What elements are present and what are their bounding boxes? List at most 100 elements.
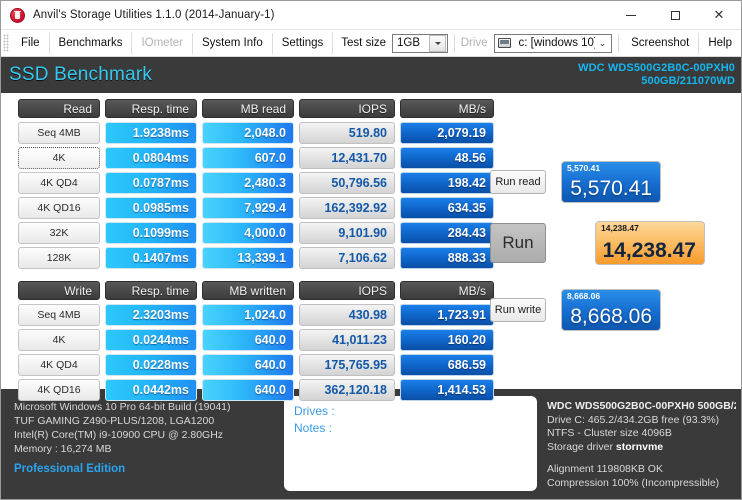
read-row-mbs: 888.33 [400,247,494,269]
read-row-resp: 0.0985ms [105,197,197,219]
write-row-iops: 362,120.18 [299,379,395,401]
write-row-mbs: 686.59 [400,354,494,376]
drive-detail-capacity: Drive C: 465.2/434.2GB free (93.3%) [547,413,720,426]
title-bar: Anvil's Storage Utilities 1.1.0 (2014-Ja… [1,1,741,30]
read-row-label[interactable]: Seq 4MB [18,122,100,144]
table-row[interactable]: 4K QD16 0.0985ms 7,929.4 162,392.92 634.… [18,197,494,219]
read-row-iops: 162,392.92 [299,197,395,219]
write-header-mb: MB written [202,281,294,300]
menu-item-file[interactable]: File [12,32,50,54]
window-controls: ✕ [609,1,741,29]
read-row-label[interactable]: 128K [18,247,100,269]
test-size-dropdown-button[interactable] [429,34,447,52]
table-row[interactable]: 4K QD4 0.0787ms 2,480.3 50,796.56 198.42 [18,172,494,194]
notes-label: Notes : [294,421,333,435]
read-row-mb: 7,929.4 [202,197,294,219]
read-row-iops: 7,106.62 [299,247,395,269]
close-button[interactable]: ✕ [697,1,741,29]
menu-item-benchmarks[interactable]: Benchmarks [50,32,133,54]
drive-capacity-text: 500GB/211070WD [641,75,735,87]
table-row[interactable]: Seq 4MB 2.3203ms 1,024.0 430.98 1,723.91 [18,304,494,326]
menu-item-iometer: IOmeter [132,32,193,54]
write-row-mb: 640.0 [202,379,294,401]
read-row-label[interactable]: 4K [18,147,100,169]
chevron-down-icon[interactable]: ⌄ [595,38,611,49]
write-row-mbs: 1,414.53 [400,379,494,401]
total-score-small: 14,238.47 [601,223,639,233]
write-row-mbs: 160.20 [400,329,494,351]
read-row-mb: 13,339.1 [202,247,294,269]
minimize-button[interactable] [609,1,653,29]
menu-bar: File Benchmarks IOmeter System Info Sett… [1,30,741,57]
write-row-label[interactable]: 4K [18,329,100,351]
write-row-resp: 0.0228ms [105,354,197,376]
app-window: Anvil's Storage Utilities 1.1.0 (2014-Ja… [0,0,742,500]
read-row-iops: 9,101.90 [299,222,395,244]
write-row-label[interactable]: 4K QD4 [18,354,100,376]
window-title: Anvil's Storage Utilities 1.1.0 (2014-Ja… [33,9,275,21]
read-row-mb: 2,048.0 [202,122,294,144]
test-size-label: Test size [341,37,387,49]
toolbar-grip[interactable] [3,34,9,52]
read-row-mbs: 284.43 [400,222,494,244]
notes-box[interactable]: Drives : Notes : [284,396,537,491]
read-row-label[interactable]: 4K QD4 [18,172,100,194]
drive-model-text: WDC WDS500G2B0C-00PXH0 [578,62,735,74]
drive-dropdown[interactable]: c: [windows 10] ⌄ [493,33,612,53]
table-row[interactable]: Seq 4MB 1.9238ms 2,048.0 519.80 2,079.19 [18,122,494,144]
write-row-resp: 0.0442ms [105,379,197,401]
drive-identity: WDC WDS500G2B0C-00PXH0 500GB/211070WD [578,62,735,88]
drive-detail-compression: Compression 100% (Incompressible) [547,476,720,489]
write-row-label[interactable]: Seq 4MB [18,304,100,326]
read-row-mbs: 634.35 [400,197,494,219]
table-row[interactable]: 128K 0.1407ms 13,339.1 7,106.62 888.33 [18,247,494,269]
score-panel: Run read 5,570.41 5,570.41 Run 14,238.47… [490,99,735,331]
run-write-button[interactable]: Run write [490,298,546,322]
system-cpu: Intel(R) Core(TM) i9-10900 CPU @ 2.80GHz [14,429,224,441]
drive-details: WDC WDS500G2B0C-00PXH0 500GB/211070WD Dr… [537,395,736,493]
write-table-header: Write Resp. time MB written IOPS MB/s [18,281,494,300]
drive-icon [497,38,511,48]
read-row-mb: 4,000.0 [202,222,294,244]
drive-detail-alignment: Alignment 119808KB OK [547,463,663,475]
edition-label: Professional Edition [14,463,126,475]
table-row[interactable]: 4K QD16 0.0442ms 640.0 362,120.18 1,414.… [18,379,494,401]
menu-item-settings[interactable]: Settings [273,32,334,54]
footer-panel: Microsoft Windows 10 Pro 64-bit Build (1… [1,389,741,499]
drive-detail-spacer [547,454,736,463]
write-row-iops: 175,765.95 [299,354,395,376]
main-content: Read Resp. time MB read IOPS MB/s Seq 4M… [1,93,741,401]
read-row-mbs: 198.42 [400,172,494,194]
minimize-icon [626,14,636,16]
read-header-category: Read [18,99,100,118]
menu-item-system-info[interactable]: System Info [193,32,273,54]
write-row-iops: 430.98 [299,304,395,326]
run-button[interactable]: Run [490,223,546,263]
table-row[interactable]: 4K 0.0244ms 640.0 41,011.23 160.20 [18,329,494,351]
read-header-mbs: MB/s [400,99,494,118]
menu-item-help[interactable]: Help [699,33,741,54]
write-header-iops: IOPS [299,281,395,300]
read-row-label[interactable]: 4K QD16 [18,197,100,219]
total-score-value: 14,238.47 [602,239,696,262]
read-row-label[interactable]: 32K [18,222,100,244]
table-row[interactable]: 4K QD4 0.0228ms 640.0 175,765.95 686.59 [18,354,494,376]
system-memory: Memory : 16,274 MB [14,443,112,455]
menu-divider [454,34,455,52]
anvil-app-icon [10,7,25,23]
table-row[interactable]: 32K 0.1099ms 4,000.0 9,101.90 284.43 [18,222,494,244]
maximize-button[interactable] [653,1,697,29]
benchmark-header: SSD Benchmark WDC WDS500G2B0C-00PXH0 500… [1,57,741,93]
table-row[interactable]: 4K 0.0804ms 607.0 12,431.70 48.56 [18,147,494,169]
write-row-mb: 640.0 [202,354,294,376]
run-read-button[interactable]: Run read [490,170,546,194]
test-size-dropdown[interactable]: 1GB [392,33,449,53]
page-title: SSD Benchmark [9,64,153,85]
read-score-row: Run read 5,570.41 5,570.41 [490,161,735,203]
write-row-label[interactable]: 4K QD16 [18,379,100,401]
storage-driver-value: stornvme [615,440,664,453]
drive-detail-filesystem: NTFS - Cluster size 4096B [547,427,672,439]
menu-item-screenshot[interactable]: Screenshot [622,32,700,54]
write-header-resp: Resp. time [105,281,197,300]
write-row-resp: 2.3203ms [105,304,197,326]
